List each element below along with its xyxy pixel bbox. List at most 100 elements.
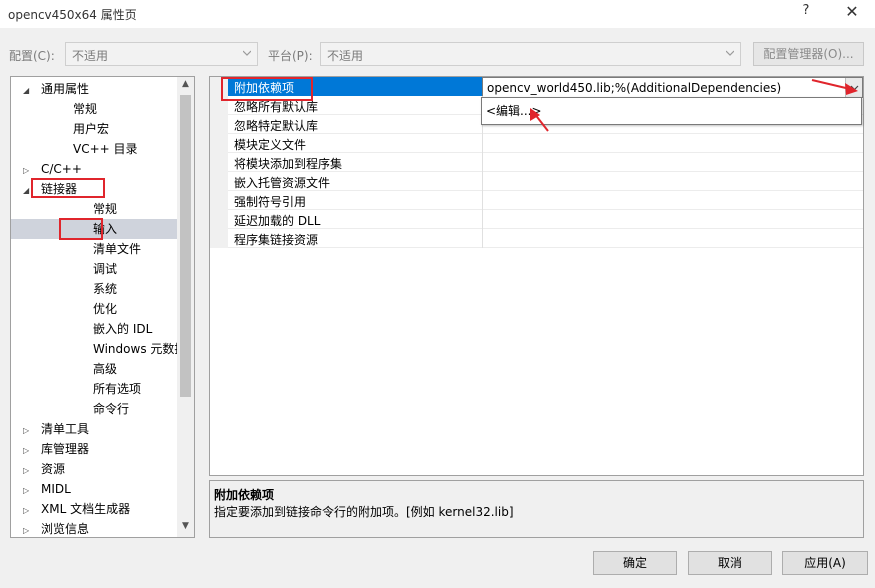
property-name: 延迟加载的 DLL <box>234 214 321 228</box>
value-dropdown: <编辑...> <box>481 97 862 125</box>
chevron-down-icon <box>726 50 734 56</box>
tree-item[interactable]: ▷ XML 文档生成器 <box>23 499 130 519</box>
tree-item[interactable]: ▷ 浏览信息 <box>23 519 90 537</box>
tree-item-label: 浏览信息 <box>41 522 90 536</box>
tree-item[interactable]: 清单文件 <box>75 239 141 259</box>
property-name: 程序集链接资源 <box>234 233 319 247</box>
property-name: 模块定义文件 <box>234 138 307 152</box>
collapsed-icon[interactable]: ▷ <box>23 461 33 481</box>
close-button[interactable]: ✕ <box>840 2 864 24</box>
property-grid: 附加依赖项 opencv_world450.lib;%(AdditionalDep… <box>209 76 864 476</box>
property-row[interactable]: 将模块添加到程序集 <box>210 153 863 172</box>
tree-item-label: 库管理器 <box>41 442 90 456</box>
tree-item-label: XML 文档生成器 <box>41 502 131 516</box>
config-combo-value: 不适用 <box>72 49 109 63</box>
property-name: 忽略特定默认库 <box>234 119 319 133</box>
tree-item[interactable]: VC++ 目录 <box>55 139 138 159</box>
row-gutter <box>210 210 228 229</box>
title-bar: opencv450x64 属性页 ? ✕ <box>0 0 875 28</box>
chevron-down-icon <box>243 50 251 56</box>
platform-combo[interactable]: 不适用 <box>320 42 741 66</box>
tree-item[interactable]: Windows 元数据 <box>75 339 186 359</box>
tree-item[interactable]: ▷ 库管理器 <box>23 439 89 459</box>
expanded-icon[interactable]: ◢ <box>23 81 33 101</box>
column-divider <box>482 210 483 229</box>
column-divider <box>482 229 483 248</box>
window-title: opencv450x64 属性页 <box>8 8 137 22</box>
row-gutter <box>210 191 228 210</box>
tree-item-label: 资源 <box>41 462 66 476</box>
property-row[interactable]: 模块定义文件 <box>210 134 863 153</box>
collapsed-icon[interactable]: ▷ <box>23 441 33 461</box>
help-button[interactable]: ? <box>796 3 816 23</box>
property-value: opencv_world450.lib;%(AdditionalDependen… <box>487 81 782 95</box>
tree-item[interactable]: 常规 <box>55 99 97 119</box>
tree-item[interactable]: 命令行 <box>75 399 129 419</box>
tree-item-label: 优化 <box>93 302 118 316</box>
property-name: 将模块添加到程序集 <box>234 157 343 171</box>
tree-item[interactable]: ▷ 资源 <box>23 459 65 479</box>
tree-item-label: 命令行 <box>93 402 130 416</box>
config-label: 配置(C): <box>9 49 55 63</box>
scroll-down-icon[interactable]: ▼ <box>180 521 191 535</box>
config-combo[interactable]: 不适用 <box>65 42 258 66</box>
tree-item-label: 系统 <box>93 282 118 296</box>
tree-item[interactable]: ▷ C/C++ <box>23 159 82 179</box>
tree-item-label: VC++ 目录 <box>73 142 138 156</box>
ok-button[interactable]: 确定 <box>593 551 677 575</box>
collapsed-icon[interactable]: ▷ <box>23 521 33 537</box>
property-value-field[interactable]: opencv_world450.lib;%(AdditionalDependen… <box>482 77 863 98</box>
property-name: 强制符号引用 <box>234 195 307 209</box>
cancel-button[interactable]: 取消 <box>688 551 772 575</box>
tree-item[interactable]: ▷ 清单工具 <box>23 419 89 439</box>
highlight-box-property <box>221 77 313 101</box>
row-gutter <box>210 134 228 153</box>
tree-item[interactable]: ◢ 通用属性 <box>23 79 89 99</box>
tree-item[interactable]: 常规 <box>75 199 117 219</box>
tree-item-label: MIDL <box>41 482 71 496</box>
description-panel: 附加依赖项 指定要添加到链接命令行的附加项。[例如 kernel32.lib] <box>209 480 864 538</box>
row-gutter <box>210 229 228 248</box>
dropdown-option-edit[interactable]: <编辑...> <box>486 102 542 119</box>
description-title: 附加依赖项 <box>214 488 275 502</box>
property-row[interactable]: 强制符号引用 <box>210 191 863 210</box>
tree-item[interactable]: 用户宏 <box>55 119 109 139</box>
tree-item[interactable]: 嵌入的 IDL <box>75 319 152 339</box>
tree-item[interactable]: 所有选项 <box>75 379 141 399</box>
apply-button[interactable]: 应用(A) <box>782 551 868 575</box>
column-divider <box>482 191 483 210</box>
row-gutter <box>210 115 228 134</box>
tree-scrollbar[interactable]: ▲ ▼ <box>177 77 194 537</box>
scroll-thumb[interactable] <box>180 95 191 397</box>
property-row[interactable]: 嵌入托管资源文件 <box>210 172 863 191</box>
dropdown-button[interactable] <box>845 78 862 97</box>
tree-item-label: 通用属性 <box>41 82 90 96</box>
tree-item[interactable]: 调试 <box>75 259 117 279</box>
column-divider <box>482 153 483 172</box>
tree-item-label: Windows 元数据 <box>93 342 187 356</box>
property-row[interactable]: 程序集链接资源 <box>210 229 863 248</box>
collapsed-icon[interactable]: ▷ <box>23 501 33 521</box>
tree-item-label: 常规 <box>73 102 98 116</box>
chevron-down-icon <box>850 85 859 91</box>
property-name: 嵌入托管资源文件 <box>234 176 331 190</box>
description-text: 指定要添加到链接命令行的附加项。[例如 kernel32.lib] <box>214 505 514 519</box>
collapsed-icon[interactable]: ▷ <box>23 421 33 441</box>
platform-combo-value: 不适用 <box>327 49 364 63</box>
tree-item[interactable]: 优化 <box>75 299 117 319</box>
tree-item-label: C/C++ <box>41 162 82 176</box>
tree-item-label: 嵌入的 IDL <box>93 322 153 336</box>
config-manager-button[interactable]: 配置管理器(O)... <box>753 42 864 66</box>
tree-item-label: 调试 <box>93 262 118 276</box>
property-row[interactable]: 延迟加载的 DLL <box>210 210 863 229</box>
tree-item-label: 清单工具 <box>41 422 90 436</box>
platform-label: 平台(P): <box>268 49 313 63</box>
tree-item[interactable]: ▷ MIDL <box>23 479 71 499</box>
scroll-up-icon[interactable]: ▲ <box>180 79 191 93</box>
tree-item[interactable]: 高级 <box>75 359 117 379</box>
column-divider <box>482 134 483 153</box>
property-tree: ◢ 通用属性 常规 用户宏 VC++ 目录 ▷ C/C++ ◢ 链接器 常规 输入 清单文件 调试 系统优… <box>10 76 195 538</box>
tree-item-label: 所有选项 <box>93 382 142 396</box>
tree-item[interactable]: 系统 <box>75 279 117 299</box>
collapsed-icon[interactable]: ▷ <box>23 481 33 501</box>
